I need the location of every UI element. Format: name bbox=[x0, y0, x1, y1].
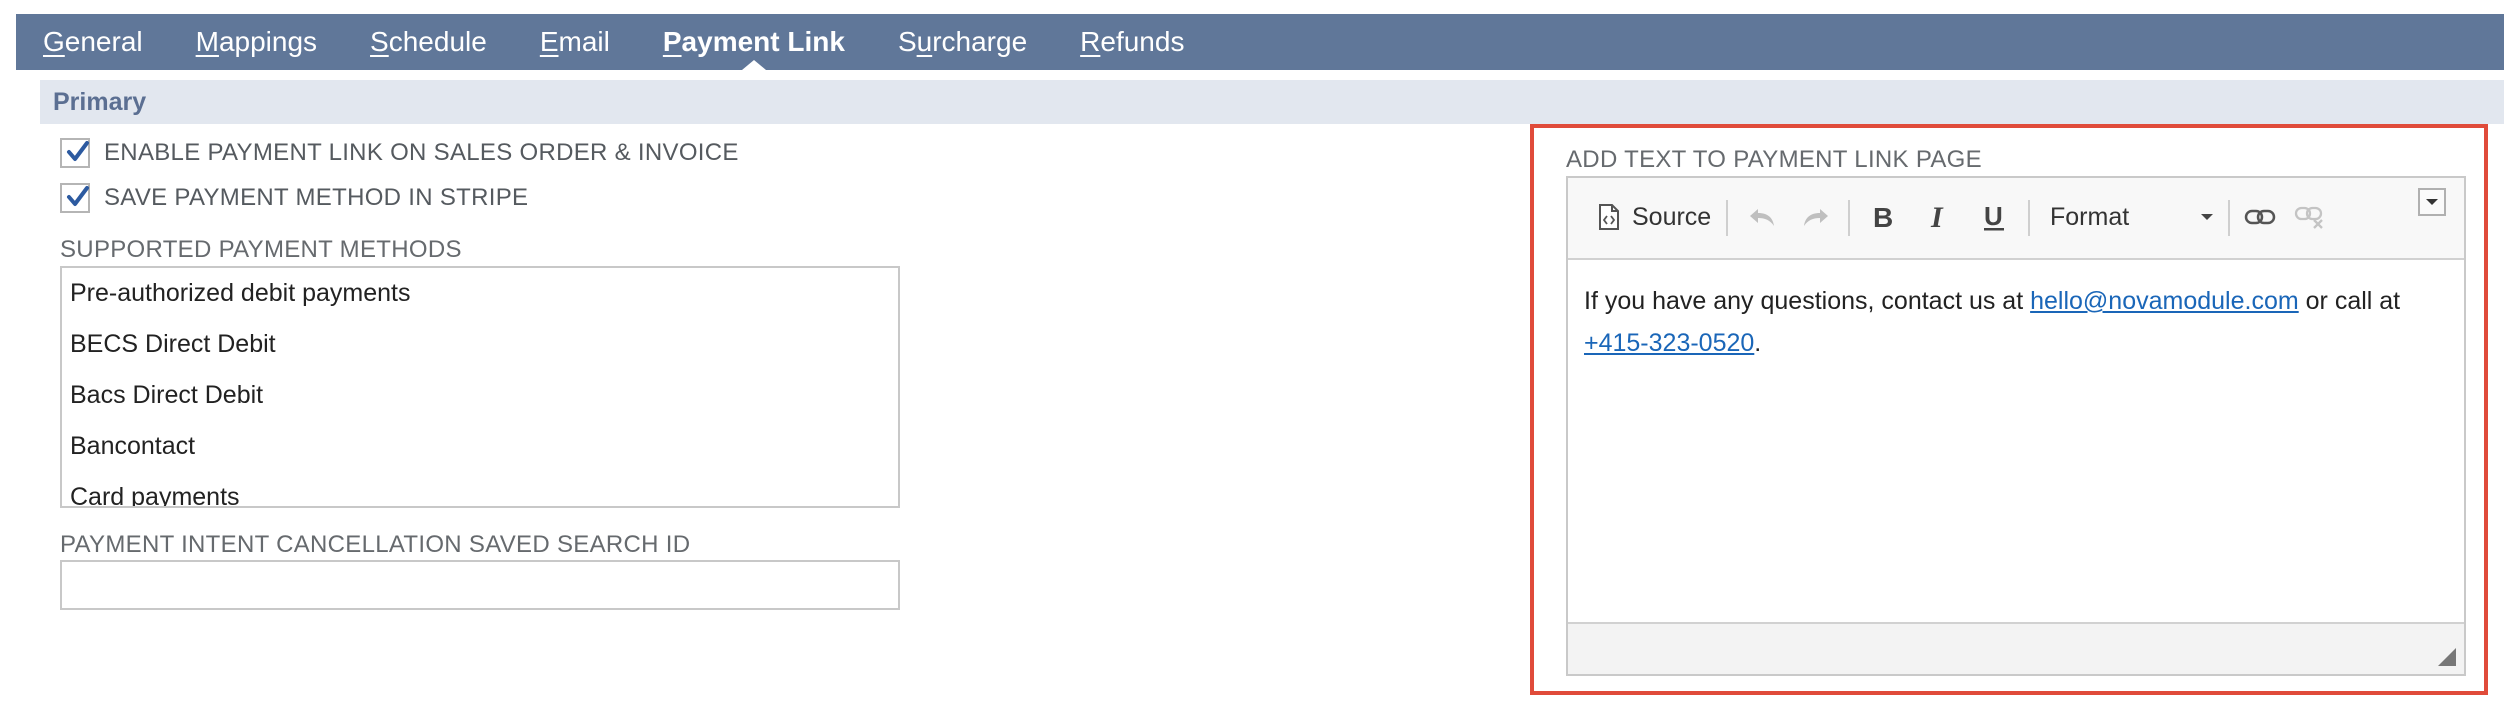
unlink-icon bbox=[2294, 206, 2323, 229]
toolbar-separator bbox=[2228, 200, 2230, 236]
editor-content[interactable]: If you have any questions, contact us at… bbox=[1584, 280, 2448, 364]
save-payment-method-checkbox[interactable] bbox=[60, 183, 90, 213]
tab-email-label: mail bbox=[558, 26, 610, 57]
enable-payment-link-checkbox[interactable] bbox=[60, 138, 90, 168]
list-item[interactable]: Pre-authorized debit payments bbox=[62, 268, 898, 319]
underline-button[interactable]: U bbox=[1980, 196, 2008, 238]
list-item[interactable]: Card payments bbox=[62, 472, 898, 506]
tab-schedule-accel: S bbox=[370, 26, 389, 57]
source-icon bbox=[1599, 204, 1619, 230]
save-payment-method-row: SAVE PAYMENT METHOD IN STRIPE bbox=[60, 183, 528, 213]
list-item[interactable]: Bancontact bbox=[62, 421, 898, 472]
email-link[interactable]: hello@novamodule.com bbox=[2030, 287, 2299, 315]
tab-general-accel: G bbox=[43, 26, 65, 57]
undo-icon bbox=[1750, 209, 1774, 226]
tab-surcharge[interactable]: Surcharge bbox=[898, 14, 1027, 70]
supported-payment-methods-label: SUPPORTED PAYMENT METHODS bbox=[60, 236, 462, 263]
tab-mappings-label: appings bbox=[218, 26, 318, 57]
tab-mappings-accel: M bbox=[195, 26, 219, 57]
tab-payment-link-accel: P bbox=[662, 26, 682, 57]
rich-text-editor: Source B I U Format If you have any ques… bbox=[1566, 176, 2466, 676]
toolbar-separator bbox=[1848, 200, 1850, 236]
content-text: . bbox=[1754, 329, 1762, 357]
cancellation-search-label: PAYMENT INTENT CANCELLATION SAVED SEARCH… bbox=[60, 531, 691, 558]
svg-text:I: I bbox=[1930, 202, 1944, 232]
tab-payment-link[interactable]: Payment Link bbox=[663, 14, 845, 70]
tab-schedule-label: chedule bbox=[388, 26, 487, 57]
bold-icon: B bbox=[1873, 202, 1893, 232]
bold-button[interactable]: B bbox=[1870, 196, 1896, 238]
tab-refunds-label: efunds bbox=[1100, 26, 1185, 57]
checkmark-icon bbox=[67, 141, 89, 161]
tab-refunds-accel: R bbox=[1080, 26, 1101, 57]
tab-schedule[interactable]: Schedule bbox=[370, 14, 487, 70]
enable-payment-link-label: ENABLE PAYMENT LINK ON SALES ORDER & INV… bbox=[104, 139, 739, 166]
tab-email[interactable]: Email bbox=[540, 14, 610, 70]
chevron-down-icon bbox=[2201, 214, 2213, 220]
redo-icon bbox=[1804, 209, 1828, 226]
content-text: If you have any questions, contact us at bbox=[1584, 287, 2031, 315]
redo-button[interactable] bbox=[1800, 196, 1832, 238]
phone-link[interactable]: +415-323-0520 bbox=[1584, 329, 1754, 357]
subtab-bar: General Mappings Schedule Email Payment … bbox=[16, 14, 2504, 70]
underline-icon: U bbox=[1984, 201, 2004, 231]
section-header-primary: Primary bbox=[40, 80, 2504, 124]
save-payment-method-label: SAVE PAYMENT METHOD IN STRIPE bbox=[104, 184, 529, 211]
tab-general[interactable]: General bbox=[43, 14, 143, 70]
toolbar-collapse-icon bbox=[2418, 188, 2446, 216]
format-label: Format bbox=[2050, 202, 2130, 231]
svg-text:B: B bbox=[1873, 202, 1893, 232]
tab-general-label: eneral bbox=[64, 26, 143, 57]
italic-button[interactable]: I bbox=[1926, 196, 1952, 238]
source-button[interactable]: Source bbox=[1598, 196, 1711, 238]
resize-handle-icon[interactable] bbox=[2436, 646, 2458, 668]
tab-payment-link-label: ayment Link bbox=[681, 26, 845, 57]
toolbar-collapse-button[interactable] bbox=[2418, 188, 2446, 216]
unlink-button[interactable] bbox=[2294, 196, 2326, 238]
section-title: Primary bbox=[53, 87, 147, 116]
link-icon bbox=[2244, 209, 2276, 225]
supported-payment-methods-listbox[interactable]: Pre-authorized debit payments BECS Direc… bbox=[60, 266, 900, 508]
tab-surcharge-accel: u bbox=[916, 26, 933, 57]
list-item[interactable]: BECS Direct Debit bbox=[62, 319, 898, 370]
checkmark-icon bbox=[67, 186, 89, 206]
cancellation-search-input[interactable] bbox=[60, 560, 900, 610]
italic-icon: I bbox=[1930, 202, 1944, 232]
list-item[interactable]: Bacs Direct Debit bbox=[62, 370, 898, 421]
tab-surcharge-prefix: S bbox=[897, 26, 917, 57]
toolbar-separator bbox=[1726, 200, 1728, 236]
toolbar-separator bbox=[2028, 200, 2030, 236]
editor-footer bbox=[1568, 622, 2464, 674]
editor-toolbar: Source B I U Format bbox=[1568, 178, 2464, 260]
content-text: or call at bbox=[2298, 287, 2401, 315]
link-button[interactable] bbox=[2244, 196, 2276, 238]
undo-button[interactable] bbox=[1746, 196, 1778, 238]
enable-payment-link-row: ENABLE PAYMENT LINK ON SALES ORDER & INV… bbox=[60, 138, 739, 168]
tab-refunds[interactable]: Refunds bbox=[1080, 14, 1184, 70]
tab-email-accel: E bbox=[539, 26, 559, 57]
svg-text:U: U bbox=[1984, 201, 2003, 231]
tab-surcharge-label: rcharge bbox=[932, 26, 1028, 57]
source-label: Source bbox=[1632, 202, 1712, 231]
format-dropdown[interactable]: Format bbox=[2050, 196, 2218, 238]
tab-mappings[interactable]: Mappings bbox=[196, 14, 317, 70]
editor-label: ADD TEXT TO PAYMENT LINK PAGE bbox=[1566, 146, 1982, 173]
